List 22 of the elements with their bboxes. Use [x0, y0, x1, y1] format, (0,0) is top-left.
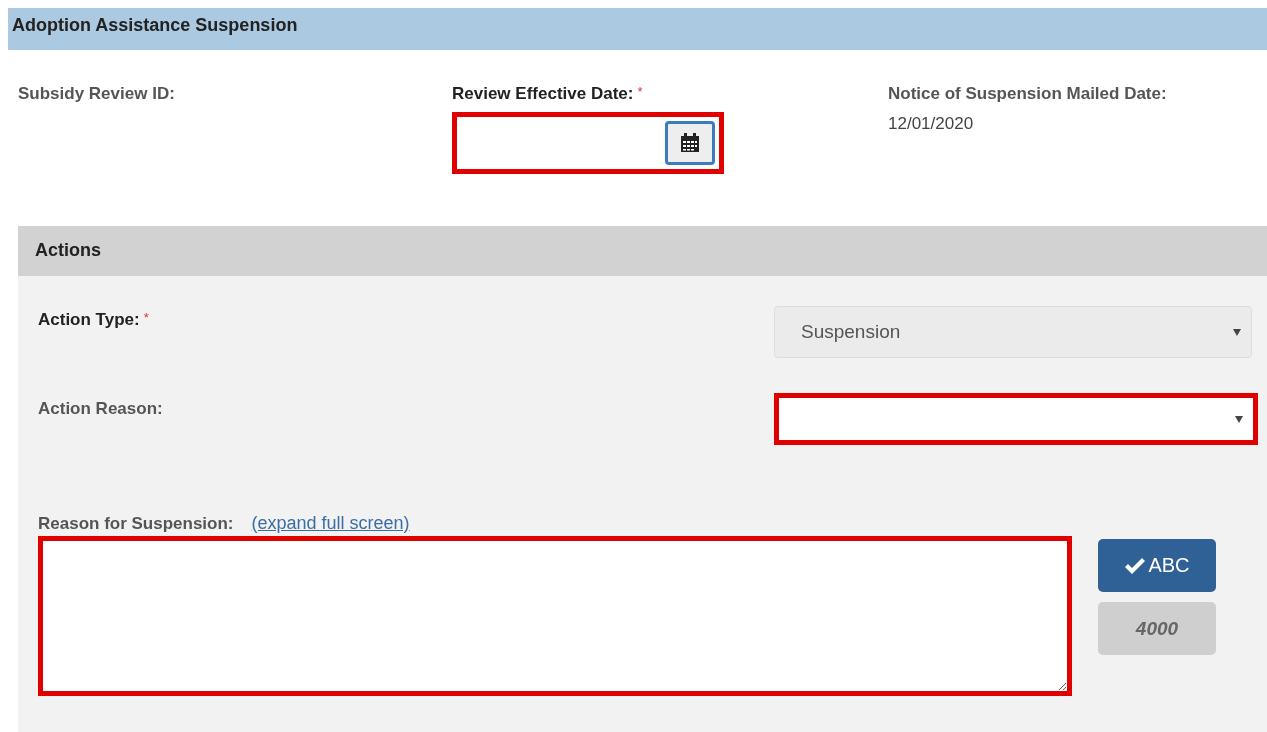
field-label: Action Reason:	[38, 399, 163, 420]
expand-link[interactable]: (expand full screen)	[251, 513, 410, 534]
field-label: Reason for Suspension:	[38, 513, 234, 534]
calendar-button[interactable]	[665, 121, 715, 165]
caret-icon	[1235, 415, 1243, 423]
page-header: Adoption Assistance Suspension	[8, 8, 1267, 50]
calendar-icon	[679, 132, 701, 154]
required-mark: *	[143, 310, 149, 327]
character-count: 4000	[1098, 602, 1216, 655]
spellcheck-button[interactable]: ABC	[1098, 539, 1216, 592]
required-mark: *	[637, 84, 643, 101]
date-field[interactable]	[452, 112, 724, 174]
caret-icon	[1233, 328, 1241, 336]
reason-textarea[interactable]	[38, 536, 1072, 696]
field-label: Action Type:	[38, 310, 140, 331]
check-icon	[1124, 556, 1147, 575]
field-value: 12/01/2020	[888, 114, 975, 134]
panel-header: Actions	[18, 226, 1267, 276]
field-label: Review Effective Date:	[452, 84, 634, 104]
field-label: Notice of Suspension Mailed Date:	[888, 84, 1167, 104]
field-label: Subsidy Review ID:	[18, 84, 175, 104]
dropdown[interactable]	[774, 393, 1258, 445]
